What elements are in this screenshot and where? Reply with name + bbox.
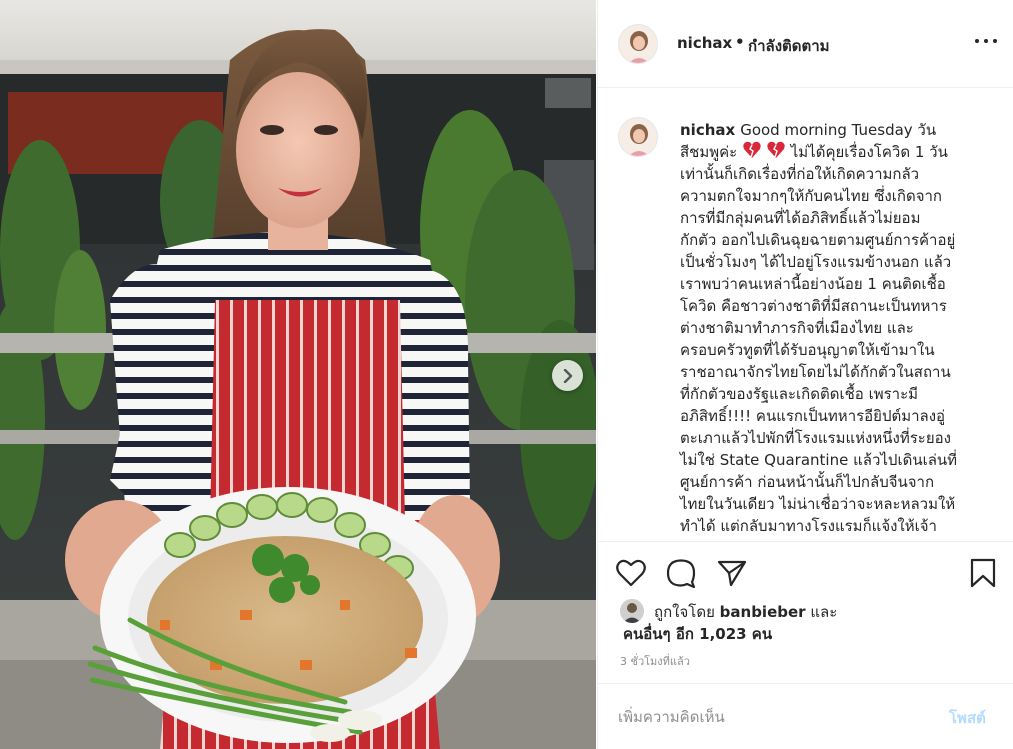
caption-line: สีชมพูค่ะ [680,143,738,161]
share-button[interactable] [715,556,749,590]
caption-line: เราพบว่าคนเหล่านี้อย่างน้อย 1 คนติดเชื้อ [680,275,946,293]
liker-profile-picture [620,599,644,623]
heart-outline-icon [616,559,646,587]
comment-bubble-icon [666,559,696,588]
post-photo[interactable] [0,0,596,749]
liker-username[interactable]: banbieber [720,603,806,621]
post-header: nichax • กำลังติดตาม [598,0,1013,88]
caption-line: การที่มีกลุ่มคนที่ได้อภิสิทธิ์แล้วไม่ยอม [680,209,921,227]
caption-line: ไม่ได้คุยเรื่องโควิด 1 วัน [785,143,948,161]
comment-input[interactable] [618,704,918,730]
more-options-icon [975,39,979,43]
liked-by-conjunction: และ [810,603,838,621]
like-button[interactable] [614,556,648,590]
caption-line: อภิสิทธิ์!!!! คนแรกเป็นทหารอียิปต์มาลงอู… [680,407,946,425]
profile-picture [619,118,657,156]
profile-picture [619,25,657,63]
more-options-icon [984,39,988,43]
others-like-count[interactable]: คนอื่นๆ อีก 1,023 คน [623,622,772,646]
liked-by-text: ถูกใจโดย banbieber และ [654,600,837,624]
caption-username[interactable]: nichax [680,121,735,139]
post-sidebar: nichax • กำลังติดตาม nichax Good morning … [597,0,1013,749]
likes-summary: ถูกใจโดย banbieber และ คนอื่นๆ อีก 1,023… [598,596,1013,646]
caption-line: ต่างชาติมาทำภารกิจที่เมืองไทย และ [680,319,914,337]
caption-line: ไม่ใช่ State Quarantine แล้วไปเดินเล่นที… [680,451,958,469]
caption-text: nichax Good morning Tuesday วัน สีชมพูค่ะ… [680,119,996,537]
comment-button[interactable] [664,556,698,590]
avatar[interactable] [618,117,658,157]
following-status[interactable]: กำลังติดตาม [748,34,830,58]
caption-line: ที่กักตัวของรัฐและเกิดติดเชื้อ เพราะมี [680,385,919,403]
caption-line: ทำได้ แต่กลับมาทางโรงแรมก็แจ้งให้เจ้า [680,517,937,535]
caption-line: ครอบครัวทูตที่ได้รับอนุญาตให้เข้ามาใน [680,341,935,359]
liked-by-prefix: ถูกใจโดย [654,603,715,621]
photo-image [0,0,596,749]
paper-plane-icon [717,560,747,587]
caption-line: Good morning Tuesday วัน [740,121,937,139]
caption-line: โควิด คือชาวต่างชาติที่มีสถานะเป็นทหาร [680,297,947,315]
bookmark-icon [970,558,996,588]
caption-line: ศูนย์การค้า ก่อนหน้านั้นก็ไปกลับจีนจาก [680,473,935,491]
caption-line: เป็นชั่วโมงๆ ได้ไปอยู่โรงแรมข้างนอก แล้ว [680,253,952,271]
more-options-icon [993,39,997,43]
next-photo-button[interactable] [552,360,583,391]
action-bar [598,541,1013,603]
post-timestamp[interactable]: 3 ชั่วโมงที่แล้ว [620,652,690,670]
comment-form: โพสต์ [598,683,1013,749]
caption-line: เท่านั้นก็เกิดเรื่องที่ก่อให้เกิดความกลั… [680,165,920,183]
save-button[interactable] [966,556,1000,590]
liker-avatar[interactable] [620,599,644,623]
broken-heart-emoji [743,141,785,158]
caption-line: ความตกใจมากๆให้กับคนไทย ซึ่งเกิดจาก [680,187,942,205]
caption-line: ตะเภาแล้วไปพักที่โรงแรมแห่งหนึ่งที่ระยอง [680,429,951,447]
more-options-button[interactable] [975,30,997,52]
chevron-right-icon [563,368,572,383]
caption-line: กักตัว ออกไปเดินฉุยฉายตามศูนย์การค้าอยู่ [680,231,956,249]
separator-dot: • [735,33,745,51]
avatar[interactable] [618,24,658,64]
caption-line: ไทยในวันเดียว ไม่น่าเชื่อว่าจะหละหลวมให้ [680,495,956,513]
caption-section: nichax Good morning Tuesday วัน สีชมพูค่ะ… [598,89,1013,541]
caption-line: ราชอาณาจักรไทยโดยไม่ได้กักตัวในสถาน [680,363,951,381]
post-comment-button[interactable]: โพสต์ [949,706,986,730]
post-author-username[interactable]: nichax [677,34,732,52]
